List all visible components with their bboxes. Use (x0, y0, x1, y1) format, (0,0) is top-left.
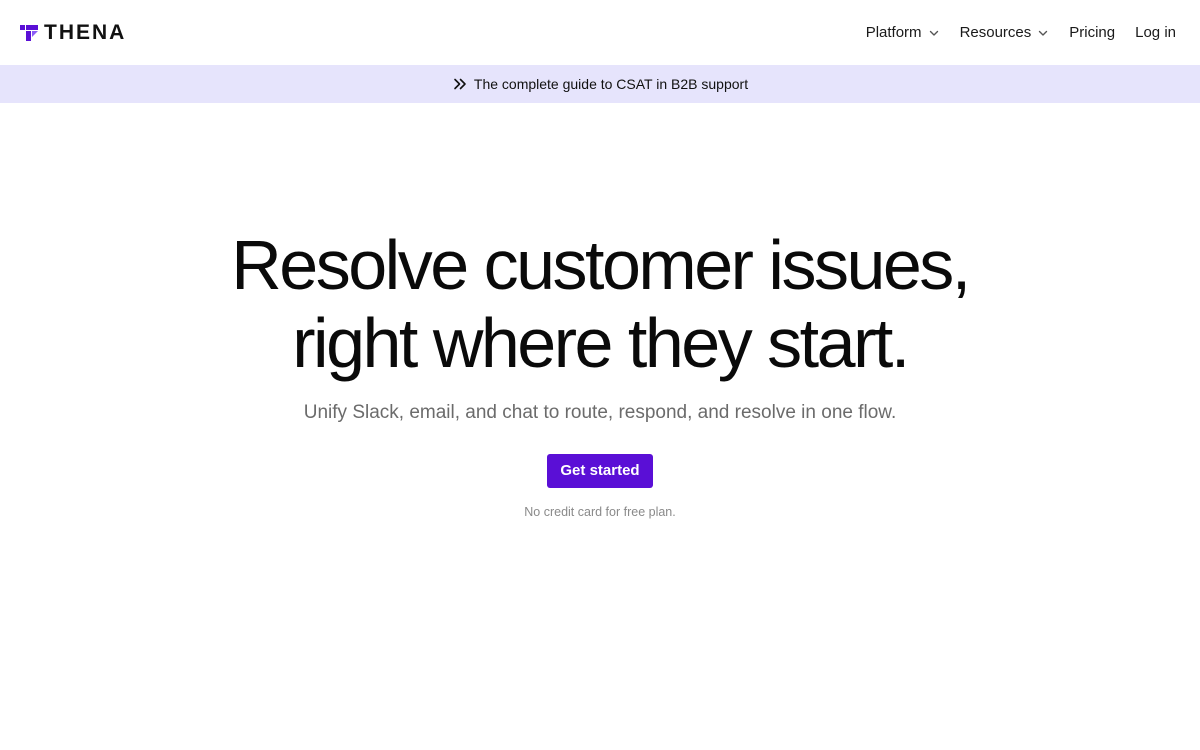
nav-item-login[interactable]: Log in (1135, 24, 1176, 41)
nav-links: Platform Resources Pricing Log in (866, 24, 1176, 41)
nav-item-label: Pricing (1069, 24, 1116, 41)
nav-item-label: Log in (1135, 24, 1176, 41)
hero-title-line-2: right where they start. (292, 304, 910, 382)
banner-text: The complete guide to CSAT in B2B suppor… (473, 76, 749, 92)
hero-title-line-1: Resolve customer issues, (231, 226, 971, 304)
get-started-button[interactable]: Get started (547, 454, 653, 488)
top-navigation: THENA Platform Resources Pricing Log in (0, 0, 1200, 65)
nav-item-label: Resources (959, 24, 1032, 41)
brand-logo-link[interactable]: THENA (20, 21, 126, 45)
brand-name: THENA (44, 20, 127, 44)
hero-title: Resolve customer issues, right where the… (0, 226, 1200, 382)
double-chevron-right-icon (454, 78, 466, 90)
nav-item-pricing[interactable]: Pricing (1069, 24, 1115, 41)
hero-subtitle: Unify Slack, email, and chat to route, r… (303, 402, 897, 423)
thena-logo-icon (20, 24, 38, 41)
nav-item-label: Platform (865, 24, 922, 41)
hero-section: Resolve customer issues, right where the… (0, 226, 1200, 519)
chevron-down-icon (929, 30, 938, 36)
nav-item-resources[interactable]: Resources (960, 24, 1050, 41)
chevron-down-icon (1039, 30, 1048, 36)
free-plan-note: No credit card for free plan. (524, 505, 676, 519)
nav-item-platform[interactable]: Platform (866, 24, 940, 41)
announcement-banner[interactable]: The complete guide to CSAT in B2B suppor… (0, 65, 1200, 103)
